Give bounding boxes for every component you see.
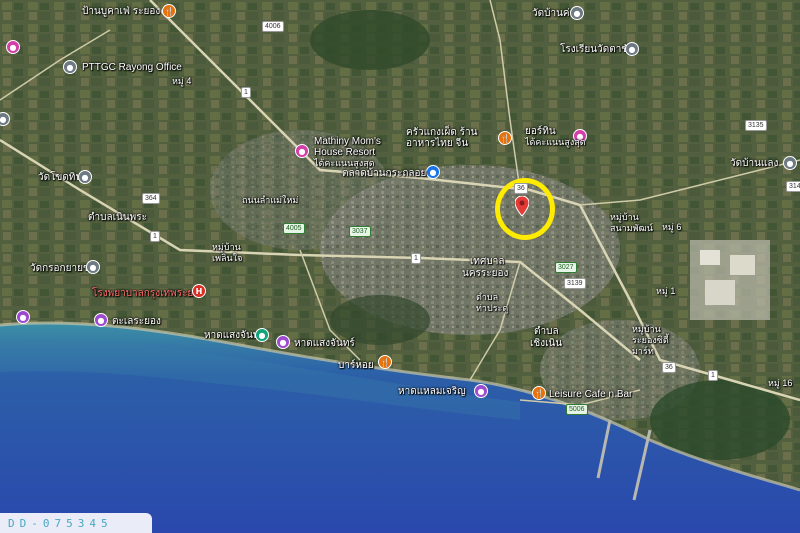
tambon-choeng-noen-label-2: เชิงเนิน	[530, 338, 563, 349]
hotel-icon[interactable]: ●	[295, 144, 309, 158]
tessaban-label: เทศบาล	[470, 256, 505, 267]
mathiny-label: Mathiny Mom's	[314, 136, 381, 147]
road-shield-1: 1	[411, 253, 421, 264]
moo1-label: หมู่ 1	[656, 286, 676, 296]
leisure-cafe-label: Leisure Cafe n Bar	[549, 389, 633, 400]
watermark-code: DD-075345	[0, 513, 152, 533]
yort-sub: ได้คะแนนสูงสุด	[525, 137, 586, 147]
park-icon[interactable]: ●	[255, 328, 269, 342]
road-shield-3143: 3143	[786, 181, 800, 192]
shopping-icon[interactable]: ●	[6, 40, 20, 54]
map-view[interactable]: 4006 36 36 364 1 1 1 4005 3037 3027 3139…	[0, 0, 800, 533]
school-icon[interactable]: ●	[625, 42, 639, 56]
road-shield-3037: 3037	[349, 226, 371, 237]
road-shield-36: 36	[514, 183, 528, 194]
road-shield-1: 1	[241, 87, 251, 98]
krua-label: ครัวแกงเผ็ด ร้าน	[406, 127, 478, 138]
mathiny-label-2: House Resort	[314, 147, 376, 158]
shopping-icon[interactable]: ●	[276, 335, 290, 349]
road-shield-36: 36	[662, 362, 676, 373]
shopping-icon[interactable]: ●	[16, 310, 30, 324]
store-icon[interactable]: ●	[426, 165, 440, 179]
road-shield-1: 1	[150, 231, 160, 242]
moo6-label: หมู่ 6	[662, 222, 682, 232]
shopping-icon[interactable]: ●	[474, 384, 488, 398]
road-shield-5006: 5006	[566, 404, 588, 415]
moo4-label: หมู่ 4	[172, 76, 192, 86]
road-shield-4005: 4005	[283, 223, 305, 234]
road-shield-3027: 3027	[555, 262, 577, 273]
satellite-base	[0, 0, 800, 533]
hospital-icon[interactable]: H	[192, 284, 206, 298]
yort-label: ยอร์ทิน	[525, 126, 556, 137]
road-shield-364: 364	[142, 193, 160, 204]
moo-ban-top-right-label: หมู่บ้าน สนามพัฒน์	[610, 212, 653, 233]
restaurant-icon[interactable]: 🍴	[162, 4, 176, 18]
road-shield-4006: 4006	[262, 21, 284, 32]
restaurant-icon[interactable]: 🍴	[498, 131, 512, 145]
moo-lam-mai-label: ถนนลำแม่ใหม่	[242, 195, 299, 205]
hat-saeng-chan-label: หาดแสงจันทร์	[294, 338, 355, 349]
office-icon[interactable]: ●	[63, 60, 77, 74]
moo16-label: หมู่ 16	[768, 378, 793, 388]
restaurant-icon[interactable]: 🍴	[532, 386, 546, 400]
temple-icon[interactable]: ●	[570, 6, 584, 20]
wat-chaiya-label: วัดโขดทิน	[38, 172, 83, 183]
tambon-choeng-noen-label: ตำบล	[534, 326, 559, 337]
tambon-noen-phra-label: ตำบลเนินพระ	[88, 212, 148, 223]
school-label: โรงเรียนวัดตาขัน	[560, 44, 635, 55]
market-label: ตลาดบ้านกระถลอย	[342, 168, 427, 179]
poi-label: ป้านบูคาเฟ่ ระยอง	[82, 6, 161, 17]
krua-label-2: อาหารไทย จีน	[406, 138, 469, 149]
temple-icon[interactable]: ●	[783, 156, 797, 170]
wat-ban-laeng-label: วัดบ้านแลง	[730, 158, 779, 169]
temple-icon[interactable]: ●	[86, 260, 100, 274]
road-shield-3139: 3139	[564, 278, 586, 289]
restaurant-icon[interactable]: 🍴	[378, 355, 392, 369]
tessaban-label-2: นครระยอง	[462, 268, 509, 279]
shopping-icon[interactable]: ●	[94, 313, 108, 327]
temple-icon[interactable]: ●	[78, 170, 92, 184]
road-shield-3135: 3135	[745, 120, 767, 131]
location-pin-icon[interactable]	[515, 196, 529, 216]
moo-ban-pen-label: หมู่บ้าน เพลินใจ	[212, 242, 243, 263]
bar-hoi-label: บาร์หอย	[338, 360, 374, 371]
hat-laem-charoen-label: หาดแหลมเจริญ	[398, 386, 466, 397]
pttgc-label: PTTGC Rayong Office	[82, 62, 182, 73]
road-shield-1: 1	[708, 370, 718, 381]
tambon-tha-pradu-label: ตำบล ท่าประดู่	[476, 292, 509, 313]
hospital-label: โรงพยาบาลกรุงเทพระยอง	[92, 288, 205, 299]
ta-lay-label: ตะเลระยอง	[112, 316, 161, 327]
moo-ban-right-label: หมู่บ้าน ระยองซิตี้ มาร์ท	[632, 324, 669, 356]
